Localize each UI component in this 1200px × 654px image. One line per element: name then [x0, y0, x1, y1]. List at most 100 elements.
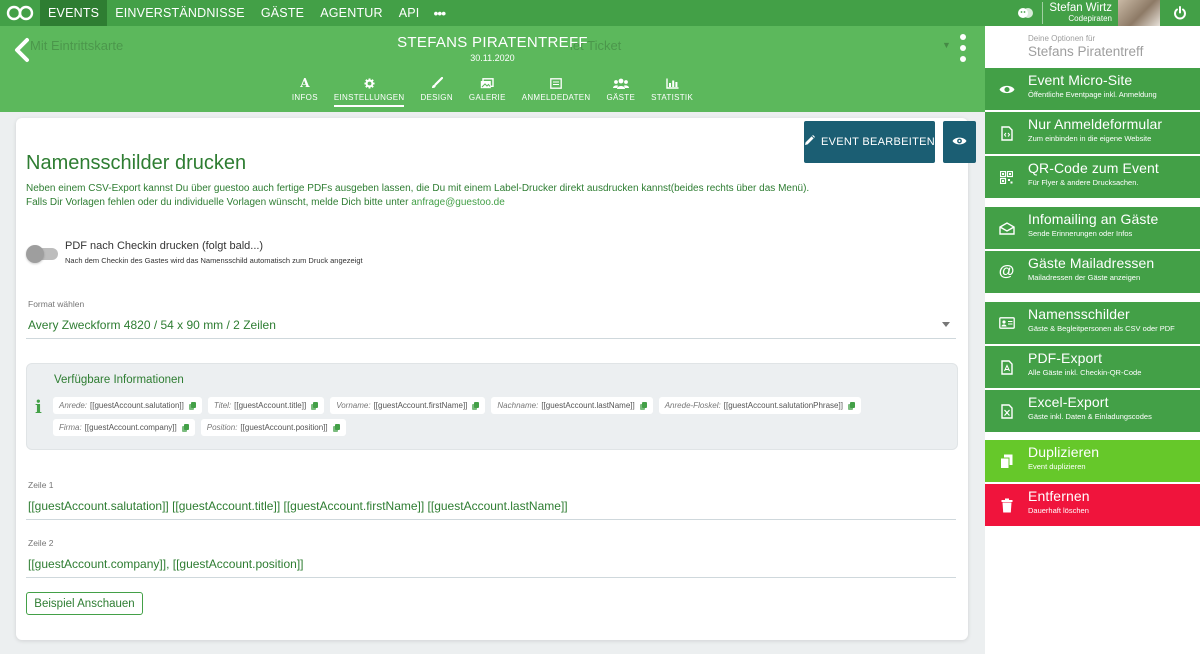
- tab-einstellungen[interactable]: EINSTELLUNGEN: [326, 76, 413, 107]
- pencil-icon: [804, 135, 815, 149]
- format-select[interactable]: Avery Zweckform 4820 / 54 x 90 mm / 2 Ze…: [28, 318, 276, 332]
- guestoo-logo-icon[interactable]: [0, 0, 40, 26]
- tab-galerie[interactable]: GALERIE: [461, 76, 514, 107]
- tab-label: STATISTIK: [651, 93, 694, 102]
- eye-icon: [985, 68, 1028, 110]
- chip-key: Anrede:: [59, 401, 88, 410]
- page-title: Namensschilder drucken: [26, 152, 247, 174]
- sidebar-item-title: Namensschilder: [1028, 306, 1130, 322]
- chip-value: [[guestAccount.salutation]]: [90, 401, 184, 410]
- sidebar-item-entfernen[interactable]: Entfernen Dauerhaft löschen: [985, 484, 1200, 526]
- copy-icon[interactable]: [639, 401, 647, 410]
- sidebar-item-excel-export[interactable]: Excel-Export Gäste inkl. Daten & Einladun…: [985, 390, 1200, 432]
- intro-text: Neben einem CSV-Export kannst Du über gu…: [26, 182, 926, 210]
- copy-icon[interactable]: [311, 401, 319, 410]
- sidebar-item-infomailing[interactable]: Infomailing an Gäste Sende Erinnerungen o…: [985, 207, 1200, 249]
- tab-label: DESIGN: [420, 93, 453, 102]
- sidebar-item-qrcode[interactable]: QR-Code zum Event Für Flyer & andere Druc…: [985, 156, 1200, 198]
- user-name: Stefan Wirtz: [1049, 2, 1112, 14]
- excel-file-icon: [985, 390, 1028, 432]
- dropdown-caret-icon[interactable]: [942, 322, 950, 327]
- copy-icon[interactable]: [332, 423, 340, 432]
- tab-anmeldedaten[interactable]: ANMELDEDATEN: [514, 76, 599, 107]
- gallery-icon: [469, 76, 506, 90]
- eye-icon: [952, 133, 967, 151]
- tab-design[interactable]: DESIGN: [412, 76, 460, 107]
- nav-events[interactable]: EVENTS: [40, 0, 108, 26]
- edit-event-button[interactable]: EVENT BEARBEITEN: [804, 121, 935, 163]
- placeholder-chip-company[interactable]: Firma: [[guestAccount.company]]: [53, 419, 195, 436]
- sidebar-item-title: Excel-Export: [1028, 394, 1109, 410]
- chip-key: Nachname:: [497, 401, 539, 410]
- nav-agentur[interactable]: AGENTUR: [312, 0, 391, 26]
- zeile2-underline: [26, 577, 956, 578]
- chip-key: Vorname:: [336, 401, 371, 410]
- sidebar-item-duplizieren[interactable]: Duplizieren Event duplizieren: [985, 440, 1200, 482]
- placeholder-chip-salutation-phrase[interactable]: Anrede-Floskel: [[guestAccount.salutation…: [658, 397, 861, 414]
- sidebar-item-subtitle: Event duplizieren: [1028, 462, 1086, 471]
- chip-key: Titel:: [213, 401, 232, 410]
- placeholder-chip-firstname[interactable]: Vorname: [[guestAccount.firstName]]: [330, 397, 486, 414]
- placeholder-chip-lastname[interactable]: Nachname: [[guestAccount.lastName]]: [491, 397, 653, 414]
- example-preview-button[interactable]: Beispiel Anschauen: [26, 592, 143, 615]
- tab-statistik[interactable]: STATISTIK: [643, 76, 701, 107]
- contact-email-link[interactable]: anfrage@guestoo.de: [411, 197, 505, 208]
- zeile2-input[interactable]: [[guestAccount.company]], [[guestAccount…: [28, 557, 304, 571]
- form-icon: [522, 76, 591, 90]
- user-info[interactable]: Stefan Wirtz Codepiraten: [1049, 2, 1112, 24]
- sidebar-item-title: QR-Code zum Event: [1028, 160, 1159, 176]
- sidebar-item-pdf-export[interactable]: PDF-Export Alle Gäste inkl. Checkin-QR-Co…: [985, 346, 1200, 388]
- sidebar-item-subtitle: Sende Erinnerungen oder Infos: [1028, 229, 1133, 238]
- chip-key: Firma:: [59, 423, 82, 432]
- preview-eye-button[interactable]: [943, 121, 976, 163]
- sidebar-item-micro-site[interactable]: Event Micro-Site Öffentliche Eventpage in…: [985, 68, 1200, 110]
- placeholder-chip-position[interactable]: Position: [[guestAccount.position]]: [200, 419, 346, 436]
- copy-icon[interactable]: [847, 401, 855, 410]
- copy-icon[interactable]: [472, 401, 480, 410]
- chip-key: Position:: [206, 423, 238, 432]
- placeholder-chip-title[interactable]: Titel: [[guestAccount.title]]: [207, 397, 325, 414]
- nav-api[interactable]: API: [391, 0, 428, 26]
- sidebar-item-subtitle: Mailadressen der Gäste anzeigen: [1028, 273, 1141, 282]
- sidebar-item-namensschilder[interactable]: Namensschilder Gäste & Begleitpersonen al…: [985, 302, 1200, 344]
- zeile1-input[interactable]: [[guestAccount.salutation]] [[guestAccou…: [28, 499, 568, 513]
- nav-einverstaendnisse[interactable]: EINVERSTÄNDNISSE: [107, 0, 253, 26]
- placeholder-chip-salutation[interactable]: Anrede: [[guestAccount.salutation]]: [53, 397, 202, 414]
- tab-label: INFOS: [291, 93, 318, 102]
- code-file-icon: [985, 112, 1028, 154]
- zeile1-underline: [26, 519, 956, 520]
- top-navbar: EVENTS EINVERSTÄNDNISSE GÄSTE AGENTUR AP…: [0, 0, 1200, 26]
- tab-infos[interactable]: A INFOS: [284, 76, 326, 107]
- sidebar-item-subtitle: Öffentliche Eventpage inkl. Anmeldung: [1028, 90, 1157, 99]
- kebab-menu-icon[interactable]: [958, 34, 968, 62]
- users-icon: [607, 76, 636, 90]
- nav-gaeste[interactable]: GÄSTE: [253, 0, 312, 26]
- sidebar-item-subtitle: Gäste & Begleitpersonen als CSV oder PDF: [1028, 324, 1175, 333]
- edit-event-label: EVENT BEARBEITEN: [821, 136, 936, 148]
- sidebar-item-subtitle: Zum einbinden in die eigene Website: [1028, 134, 1152, 143]
- copy-icon[interactable]: [181, 423, 189, 432]
- sidebar-item-mailadressen[interactable]: @ Gäste Mailadressen Mailadressen der Gäs…: [985, 251, 1200, 293]
- sidebar-item-subtitle: Alle Gäste inkl. Checkin-QR-Code: [1028, 368, 1142, 377]
- copy-icon[interactable]: [188, 401, 196, 410]
- theater-masks-icon[interactable]: [1014, 2, 1036, 24]
- chip-value: [[guestAccount.lastName]]: [541, 401, 635, 410]
- chip-value: [[guestAccount.salutationPhrase]]: [723, 401, 843, 410]
- sidebar-item-subtitle: Gäste inkl. Daten & Einladungscodes: [1028, 412, 1152, 421]
- avatar[interactable]: [1118, 0, 1160, 26]
- user-area: Stefan Wirtz Codepiraten: [1014, 0, 1200, 26]
- info-icon: i: [35, 397, 42, 418]
- toggle-knob[interactable]: [26, 245, 44, 263]
- zeile1-label: Zeile 1: [28, 480, 54, 490]
- sidebar-item-anmeldeformular[interactable]: Nur Anmeldeformular Zum einbinden in die …: [985, 112, 1200, 154]
- sidebar-header-title: Stefans Piratentreff: [1028, 44, 1144, 59]
- nav-more-menu[interactable]: •••: [427, 5, 451, 21]
- chip-value: [[guestAccount.company]]: [84, 423, 177, 432]
- power-icon[interactable]: [1160, 0, 1200, 26]
- tab-label: ANMELDEDATEN: [521, 93, 591, 102]
- sidebar-item-title: Entfernen: [1028, 488, 1090, 504]
- sidebar-item-title: Nur Anmeldeformular: [1028, 116, 1163, 132]
- sidebar-item-title: Event Micro-Site: [1028, 72, 1133, 88]
- tab-gaeste[interactable]: GÄSTE: [599, 76, 644, 107]
- chip-value: [[guestAccount.title]]: [234, 401, 307, 410]
